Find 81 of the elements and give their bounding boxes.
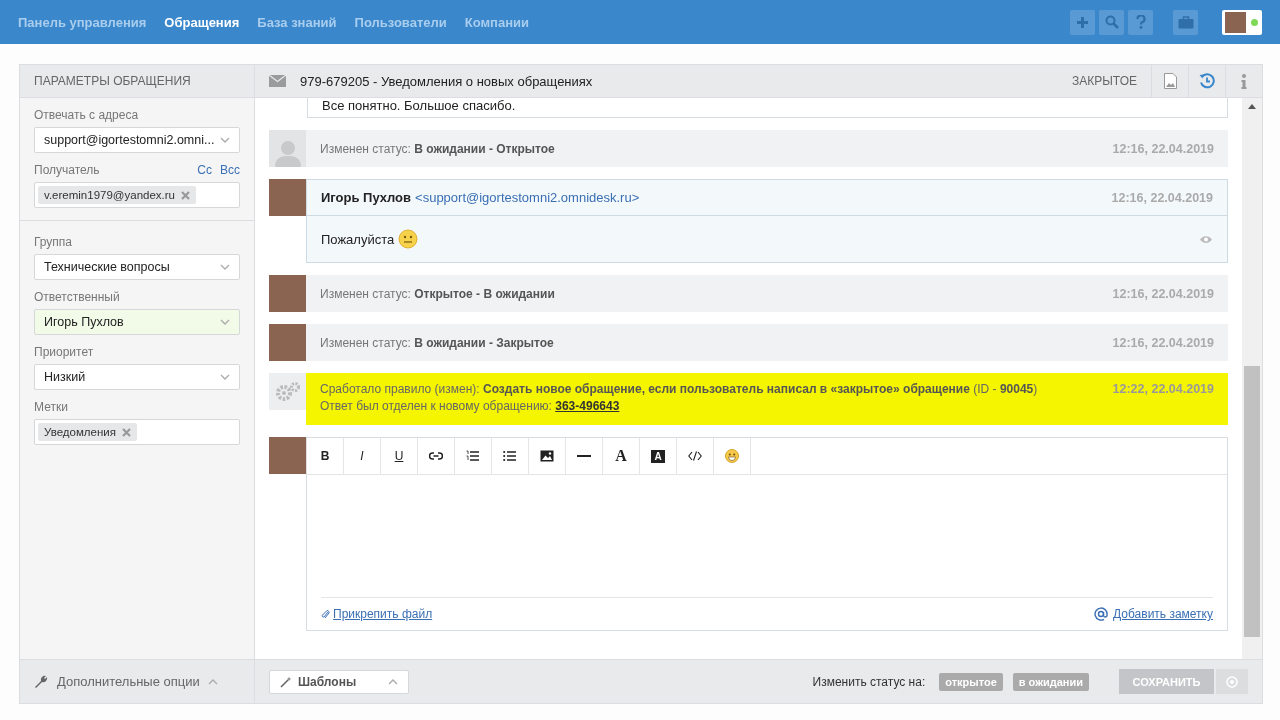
- copy-link[interactable]: Cc: [197, 163, 212, 177]
- add-button[interactable]: [1070, 9, 1095, 35]
- help-button[interactable]: [1128, 9, 1153, 35]
- remove-icon[interactable]: [181, 190, 190, 200]
- select-field[interactable]: Игорь Пухлов: [34, 309, 240, 335]
- tag: Уведомления: [38, 423, 137, 441]
- templates-button[interactable]: Шаблоны: [269, 669, 409, 694]
- field-label: Группа: [34, 235, 74, 249]
- author-email[interactable]: <support@igortestomni2.omnidesk.ru>: [415, 190, 640, 205]
- chevron-icon: [220, 264, 230, 270]
- avatar-photo: [269, 275, 306, 312]
- target-icon: [1226, 675, 1238, 688]
- status-change-entry: Изменен статус: В ожидании - Открытое 12:16, 22.04.2019: [306, 130, 1228, 167]
- rule-time: 12:22, 22.04.2019: [1112, 382, 1214, 396]
- plus-icon: [1076, 15, 1089, 29]
- smiley-icon: [398, 229, 419, 249]
- status-change-entry: Изменен статус: В ожидании - Закрытое 12:16, 22.04.2019: [306, 324, 1228, 361]
- add-note-link[interactable]: Добавить заметку: [1113, 607, 1213, 621]
- ticket-status: ЗАКРЫТОЕ: [1072, 74, 1138, 88]
- field-label: Метки: [34, 400, 69, 414]
- briefcase-icon: [1177, 15, 1194, 29]
- avatar-photo: [269, 437, 306, 474]
- save-options-button[interactable]: [1216, 669, 1248, 694]
- attach-file-link[interactable]: Прикрепить файл: [321, 607, 433, 621]
- message-text: Все понятно. Большое спасибо.: [307, 98, 1228, 118]
- select-field[interactable]: Низкий: [34, 364, 240, 390]
- avatar-photo: [269, 324, 306, 361]
- chevron-icon: [220, 374, 230, 380]
- chevron-icon: [207, 678, 218, 685]
- nav-tab[interactable]: Обращения: [164, 14, 240, 30]
- question-icon: [1135, 15, 1146, 29]
- briefcase-button[interactable]: [1173, 9, 1198, 35]
- chevron-icon: [220, 319, 230, 325]
- bullet-list-icon: [503, 450, 517, 462]
- chevron-icon: [220, 137, 230, 143]
- gears-icon: [269, 373, 306, 410]
- image-file-icon: [1163, 73, 1177, 89]
- search-button[interactable]: [1099, 9, 1124, 35]
- change-status-label: Изменить статус на:: [812, 674, 926, 689]
- ticket-title: 979-679205 - Уведомления о новых обращениях: [300, 73, 593, 89]
- recipient-tag: v.eremin1979@yandex.ru: [38, 186, 196, 204]
- info-icon: [1241, 73, 1247, 89]
- remove-icon[interactable]: [121, 427, 131, 437]
- recipient-field[interactable]: v.eremin1979@yandex.ru: [34, 182, 240, 208]
- user-menu[interactable]: [1222, 9, 1262, 35]
- numbered-list-icon: [466, 450, 480, 462]
- code-icon: [688, 450, 702, 462]
- avatar-photo: [269, 179, 306, 216]
- magic-wand-icon: [280, 675, 292, 688]
- wrench-icon: [34, 674, 49, 689]
- copy-link[interactable]: Bcc: [220, 163, 240, 177]
- ticket-link[interactable]: 363-496643: [555, 399, 620, 413]
- scroll-up-arrow-icon[interactable]: [1248, 104, 1256, 109]
- user-photo: [1225, 11, 1246, 33]
- avatar-placeholder-icon: [269, 130, 306, 167]
- chevron-icon: [388, 678, 398, 685]
- scrollbar[interactable]: [1242, 98, 1262, 659]
- image-icon: [540, 450, 554, 462]
- rule-text: Сработало правило (измен): Создать новое обращение, если пользователь написал в «закрытое» обращение (ID - 90045): [320, 382, 1038, 396]
- reply-editor[interactable]: B I U A A Прикрепить файл Добавить заметку: [306, 437, 1228, 631]
- message-time: 12:16, 22.04.2019: [1111, 190, 1213, 205]
- eye-icon[interactable]: [1199, 234, 1213, 244]
- author-name: Игорь Пухлов: [321, 190, 412, 205]
- message-text: Пожалуйста: [321, 231, 395, 247]
- status-change-entry: Изменен статус: Открытое - В ожидании 12:16, 22.04.2019: [306, 275, 1228, 312]
- at-sign-icon: [1094, 607, 1109, 621]
- select-field[interactable]: support@igortestomni2.omni...: [34, 127, 240, 153]
- field-label: Ответственный: [34, 290, 121, 304]
- sidebar-title: ПАРАМЕТРЫ ОБРАЩЕНИЯ: [20, 65, 255, 98]
- select-field[interactable]: Технические вопросы: [34, 254, 240, 280]
- split-notice: Ответ был отделен к новому обращению: 363-496643: [320, 399, 621, 413]
- history-icon: [1199, 73, 1215, 89]
- search-icon: [1104, 15, 1119, 29]
- smiley-icon: [725, 449, 739, 463]
- field-label: Получатель: [34, 163, 100, 177]
- tags-field[interactable]: Уведомления: [34, 419, 240, 445]
- envelope-icon: [269, 75, 286, 87]
- paperclip-icon: [321, 608, 330, 620]
- field-label: Приоритет: [34, 345, 95, 359]
- link-icon: [429, 450, 443, 462]
- field-label: Отвечать с адреса: [34, 108, 140, 122]
